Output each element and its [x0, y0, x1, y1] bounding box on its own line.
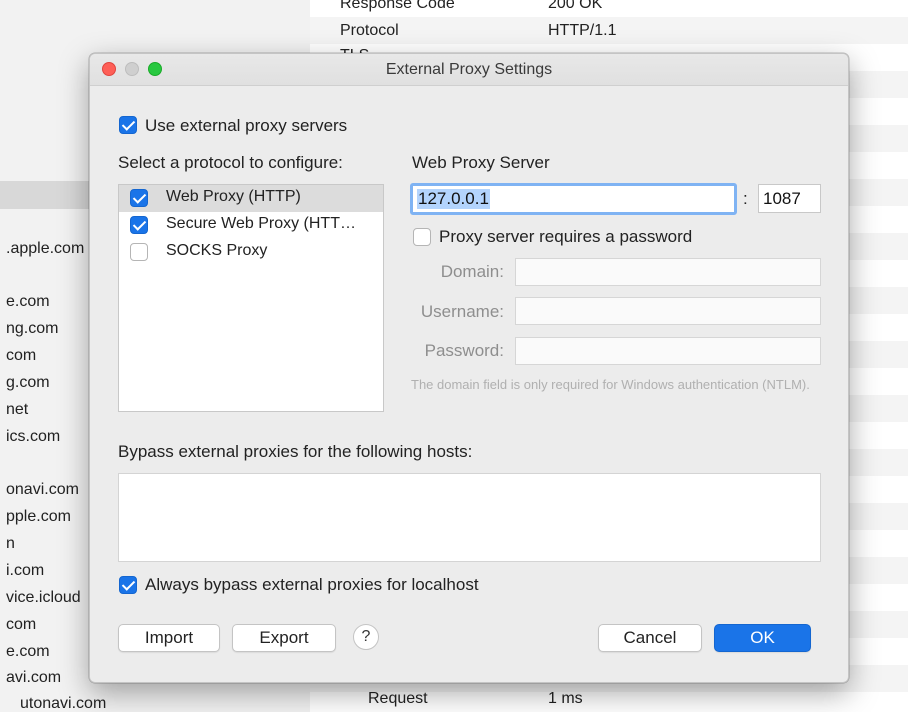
- host-item[interactable]: onavi.com: [6, 481, 79, 499]
- use-external-proxy-label[interactable]: Use external proxy servers: [145, 116, 347, 136]
- socks-proxy-checkbox[interactable]: [130, 243, 148, 261]
- host-item[interactable]: ics.com: [6, 428, 60, 446]
- host-item[interactable]: .apple.com: [6, 240, 84, 258]
- cancel-button[interactable]: Cancel: [598, 624, 702, 652]
- protocol-item-web-proxy[interactable]: Web Proxy (HTTP): [119, 185, 383, 212]
- export-button[interactable]: Export: [232, 624, 336, 652]
- select-protocol-label: Select a protocol to configure:: [118, 153, 343, 172]
- protocol-item-socks-proxy[interactable]: SOCKS Proxy: [119, 239, 383, 266]
- detail-value: 200 OK: [548, 0, 603, 12]
- host-item[interactable]: n: [6, 535, 15, 553]
- password-input[interactable]: [515, 337, 821, 365]
- username-label: Username:: [420, 302, 504, 321]
- detail-key: Protocol: [340, 22, 399, 39]
- host-item[interactable]: g.com: [6, 374, 50, 392]
- always-bypass-localhost-label[interactable]: Always bypass external proxies for local…: [145, 575, 479, 595]
- username-input[interactable]: [515, 297, 821, 325]
- requires-password-label[interactable]: Proxy server requires a password: [439, 227, 692, 247]
- always-bypass-localhost-checkbox[interactable]: [119, 576, 137, 594]
- proxy-host-value: 127.0.0.1: [417, 189, 490, 209]
- host-item[interactable]: com: [6, 616, 36, 634]
- host-item[interactable]: e.com: [6, 643, 50, 661]
- protocol-item-secure-web-proxy[interactable]: Secure Web Proxy (HTT…: [119, 212, 383, 239]
- requires-password-checkbox[interactable]: [413, 228, 431, 246]
- import-button[interactable]: Import: [118, 624, 220, 652]
- domain-label: Domain:: [440, 262, 504, 281]
- help-icon[interactable]: ?: [353, 624, 379, 650]
- secure-web-proxy-checkbox[interactable]: [130, 216, 148, 234]
- proxy-port-input[interactable]: 1087: [758, 184, 821, 213]
- server-heading: Web Proxy Server: [412, 153, 550, 172]
- proxy-host-input[interactable]: 127.0.0.1: [410, 183, 737, 215]
- dialog-titlebar: External Proxy Settings: [90, 54, 848, 86]
- protocol-label: Secure Web Proxy (HTT…: [166, 215, 356, 232]
- password-label: Password:: [424, 341, 504, 360]
- host-item[interactable]: net: [6, 401, 28, 419]
- bypass-label: Bypass external proxies for the followin…: [118, 442, 473, 461]
- host-item[interactable]: ng.com: [6, 320, 58, 338]
- domain-note: The domain field is only required for Wi…: [411, 377, 810, 392]
- protocol-label: SOCKS Proxy: [166, 242, 268, 259]
- timing-value: 1 ms: [548, 690, 583, 707]
- timing-key: Request: [368, 690, 428, 707]
- bypass-hosts-textarea[interactable]: [118, 473, 821, 562]
- port-separator: :: [743, 189, 748, 208]
- dialog-title: External Proxy Settings: [385, 61, 553, 78]
- host-item[interactable]: i.com: [6, 562, 44, 580]
- ok-button[interactable]: OK: [714, 624, 811, 652]
- host-item[interactable]: avi.com: [6, 669, 61, 687]
- host-item[interactable]: utonavi.com: [20, 695, 106, 712]
- host-item[interactable]: vice.icloud: [6, 589, 81, 607]
- detail-value: HTTP/1.1: [548, 22, 617, 39]
- external-proxy-settings-dialog: External Proxy Settings Use external pro…: [89, 53, 849, 683]
- protocol-label: Web Proxy (HTTP): [166, 188, 301, 205]
- host-item[interactable]: pple.com: [6, 508, 71, 526]
- protocol-list: Web Proxy (HTTP) Secure Web Proxy (HTT… …: [118, 184, 384, 412]
- web-proxy-checkbox[interactable]: [130, 189, 148, 207]
- use-external-proxy-checkbox[interactable]: [119, 116, 137, 134]
- host-item[interactable]: e.com: [6, 293, 50, 311]
- detail-key: Response Code: [340, 0, 455, 12]
- host-item[interactable]: com: [6, 347, 36, 365]
- domain-input[interactable]: [515, 258, 821, 286]
- proxy-port-value: 1087: [763, 189, 801, 208]
